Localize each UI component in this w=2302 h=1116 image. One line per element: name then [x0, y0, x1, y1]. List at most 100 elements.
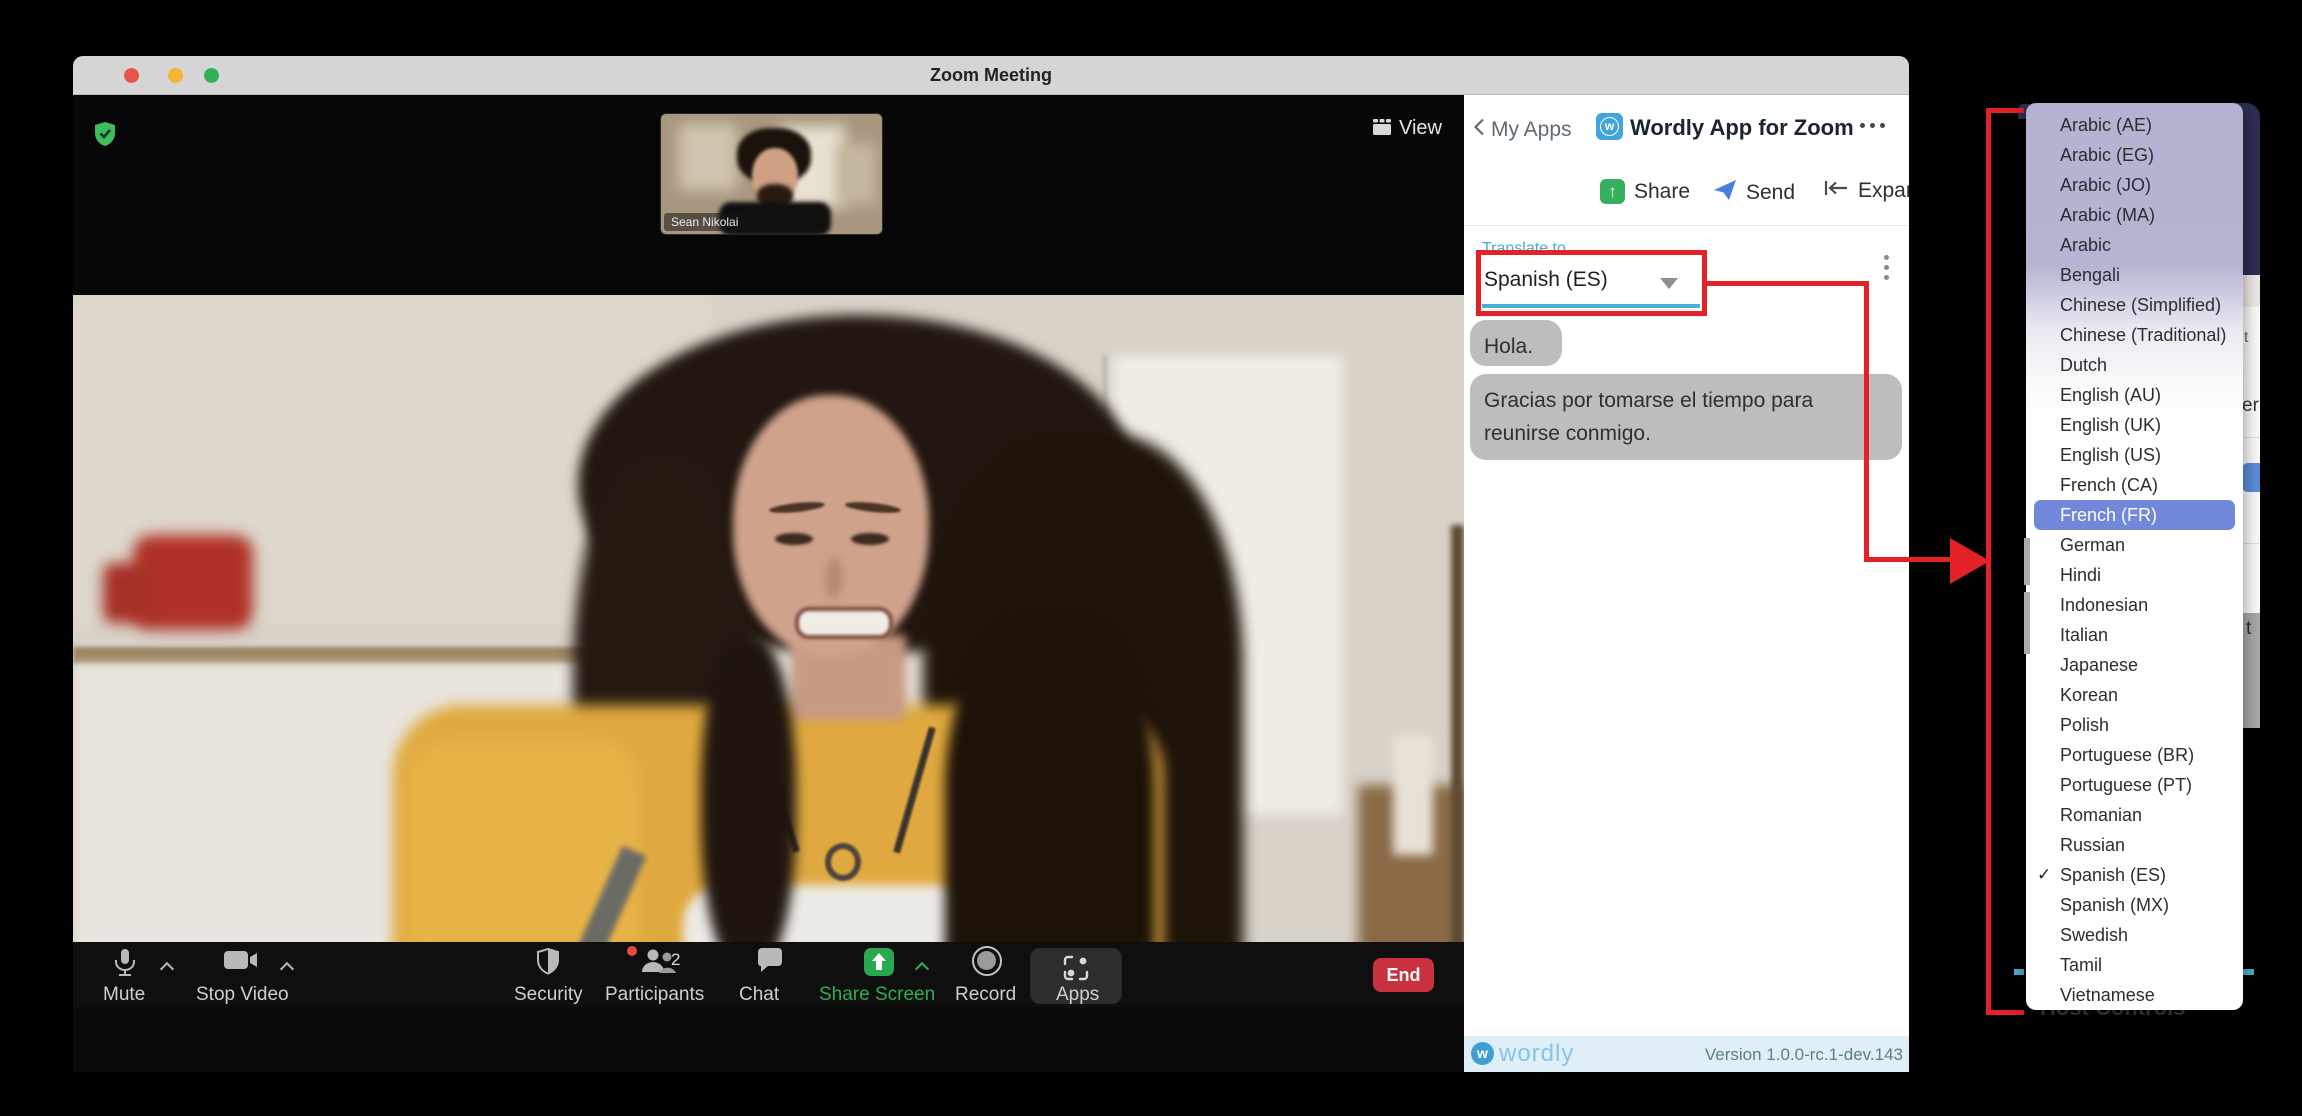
share-screen-button[interactable]: Share Screen — [859, 948, 899, 979]
share-app-button[interactable]: ↑ Share — [1600, 179, 1690, 204]
annotation-line — [1864, 281, 1869, 562]
language-option-label: Romanian — [2060, 805, 2142, 825]
language-option[interactable]: Chinese (Simplified) — [2026, 290, 2243, 320]
language-option-label: Vietnamese — [2060, 985, 2155, 1005]
language-option[interactable]: Polish — [2026, 710, 2243, 740]
language-option-label: Arabic — [2060, 235, 2111, 255]
language-option-label: French (CA) — [2060, 475, 2158, 495]
language-option-label: Japanese — [2060, 655, 2138, 675]
language-option[interactable]: Russian — [2026, 830, 2243, 860]
meeting-toolbar: Mute Stop Video Security — [73, 942, 1464, 1007]
wordly-app-icon: w — [1596, 113, 1623, 140]
language-option[interactable]: Vietnamese — [2026, 980, 2243, 1010]
send-button[interactable]: Send — [1713, 179, 1795, 207]
language-option[interactable]: Arabic — [2026, 230, 2243, 260]
language-option[interactable]: Bengali — [2026, 260, 2243, 290]
language-option[interactable]: English (AU) — [2026, 380, 2243, 410]
language-option[interactable]: Swedish — [2026, 920, 2243, 950]
mute-button[interactable]: Mute — [95, 948, 155, 981]
language-option[interactable]: ✓Spanish (ES) — [2026, 860, 2243, 890]
end-meeting-button[interactable]: End — [1373, 958, 1434, 992]
language-option-label: Spanish (ES) — [2060, 865, 2166, 885]
language-option-label: Arabic (JO) — [2060, 175, 2151, 195]
language-option[interactable]: Italian — [2026, 620, 2243, 650]
language-option-label: Portuguese (BR) — [2060, 745, 2194, 765]
text-fragment: t — [2244, 329, 2248, 347]
language-option[interactable]: Dutch — [2026, 350, 2243, 380]
chat-button[interactable]: Chat — [745, 948, 795, 977]
version-text: Version 1.0.0-rc.1-dev.143 — [1705, 1045, 1903, 1065]
scrollbar-fragment[interactable] — [2024, 538, 2030, 585]
language-option-label: Spanish (MX) — [2060, 895, 2169, 915]
language-option-label: Arabic (MA) — [2060, 205, 2155, 225]
language-option-label: Tamil — [2060, 955, 2102, 975]
annotation-arrowhead — [1950, 538, 1990, 584]
window-titlebar: Zoom Meeting — [73, 56, 1909, 95]
kebab-menu-icon[interactable] — [1884, 255, 1889, 280]
language-option[interactable]: Arabic (MA) — [2026, 200, 2243, 230]
language-option[interactable]: Romanian — [2026, 800, 2243, 830]
language-option[interactable]: English (UK) — [2026, 410, 2243, 440]
language-option[interactable]: Arabic (EG) — [2026, 140, 2243, 170]
language-option-label: Arabic (EG) — [2060, 145, 2154, 165]
record-button[interactable]: Record — [967, 946, 1007, 979]
participant-video-thumbnail[interactable]: Sean Nikolai — [660, 113, 883, 235]
language-option[interactable]: Portuguese (BR) — [2026, 740, 2243, 770]
share-options-caret-icon[interactable] — [917, 960, 929, 972]
background-underline-fragment — [2243, 969, 2254, 975]
language-option[interactable]: Indonesian — [2026, 590, 2243, 620]
view-label: View — [1399, 117, 1442, 140]
language-option[interactable]: Chinese (Traditional) — [2026, 320, 2243, 350]
language-option[interactable]: Spanish (MX) — [2026, 890, 2243, 920]
share-action-label: Share — [1634, 180, 1690, 204]
record-label: Record — [955, 984, 1016, 1006]
language-option[interactable]: English (US) — [2026, 440, 2243, 470]
annotation-line — [1707, 281, 1869, 286]
record-icon — [972, 946, 1002, 976]
security-button[interactable]: Security — [518, 948, 578, 978]
send-plane-icon — [1713, 179, 1737, 207]
wordly-footer: w wordly Version 1.0.0-rc.1-dev.143 — [1464, 1036, 1909, 1072]
language-option-label: English (UK) — [2060, 415, 2161, 435]
video-options-caret-icon[interactable] — [282, 960, 294, 972]
back-to-my-apps-button[interactable]: My Apps — [1474, 118, 1572, 142]
chevron-left-icon — [1474, 118, 1485, 142]
annotation-line — [1864, 557, 1954, 562]
language-option[interactable]: Arabic (AE) — [2026, 110, 2243, 140]
language-option[interactable]: Tamil — [2026, 950, 2243, 980]
participants-label: Participants — [605, 984, 704, 1006]
language-option[interactable]: Korean — [2026, 680, 2243, 710]
text-fragment: t — [2246, 618, 2251, 640]
annotation-bracket-line — [1986, 1010, 2024, 1015]
more-options-icon[interactable] — [1860, 123, 1885, 128]
share-arrow-icon: ↑ — [1600, 179, 1625, 204]
expand-arrow-icon — [1824, 179, 1849, 203]
language-option[interactable]: Japanese — [2026, 650, 2243, 680]
language-option[interactable]: Hindi — [2026, 560, 2243, 590]
apps-button[interactable]: Apps — [1030, 948, 1122, 1004]
language-option-label: Bengali — [2060, 265, 2120, 285]
view-button[interactable]: View — [1373, 117, 1442, 140]
language-option[interactable]: German — [2026, 530, 2243, 560]
divider — [1464, 225, 1909, 226]
scrollbar-fragment[interactable] — [2024, 592, 2030, 654]
apps-label: Apps — [1056, 984, 1099, 1006]
annotation-bracket-line — [1986, 108, 2024, 113]
language-option-label: Korean — [2060, 685, 2118, 705]
encryption-shield-icon[interactable] — [93, 121, 117, 152]
language-option-label: Polish — [2060, 715, 2109, 735]
language-option-label: Indonesian — [2060, 595, 2148, 615]
language-menu: Arabic (AE) Arabic (EG) Arabic (JO) Arabic … — [2026, 103, 2243, 1010]
language-option[interactable]: Arabic (JO) — [2026, 170, 2243, 200]
language-option[interactable]: Portuguese (PT) — [2026, 770, 2243, 800]
language-option[interactable]: French (CA) — [2026, 470, 2243, 500]
language-option-label: Dutch — [2060, 355, 2107, 375]
participants-button[interactable]: 2 Participants — [625, 948, 695, 979]
language-option[interactable]: French (FR) — [2034, 500, 2235, 530]
expand-button[interactable]: Expand — [1824, 179, 1909, 203]
stop-video-button[interactable]: Stop Video — [208, 948, 274, 975]
wordly-logo-icon: w — [1471, 1042, 1494, 1065]
language-option-label: German — [2060, 535, 2125, 555]
mute-options-caret-icon[interactable] — [162, 960, 174, 972]
share-screen-label: Share Screen — [819, 984, 935, 1006]
